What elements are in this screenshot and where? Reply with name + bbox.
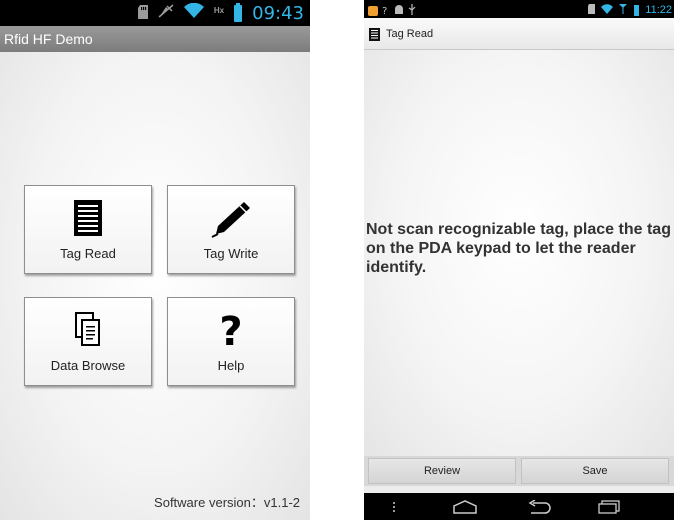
tag-read-content: Not scan recognizable tag, place the tag… xyxy=(364,50,674,456)
recent-apps-icon[interactable] xyxy=(594,493,624,520)
software-version-text: Software version：v1.1-2 xyxy=(154,495,300,510)
save-button[interactable]: Save xyxy=(521,458,669,484)
status-bar: ? 11:22 xyxy=(364,0,674,18)
network-type-label: Hx xyxy=(213,6,225,15)
bottom-button-bar: Review Save xyxy=(364,456,674,486)
main-menu-screen: Hx 09:43 Rfid HF Demo Tag Read Tag Write… xyxy=(0,0,310,520)
battery-icon xyxy=(634,4,640,16)
mute-icon xyxy=(158,4,174,23)
list-document-icon xyxy=(369,28,380,46)
review-button[interactable]: Review xyxy=(368,458,516,484)
tag-read-label: Tag Read xyxy=(60,246,116,261)
battery-icon xyxy=(234,3,243,22)
action-bar: Tag Read xyxy=(364,18,674,50)
help-label: Help xyxy=(217,358,245,373)
navigation-bar xyxy=(364,493,674,520)
data-browse-button[interactable]: Data Browse xyxy=(24,297,152,386)
tag-read-button[interactable]: Tag Read xyxy=(24,185,152,274)
app-title-bar: Rfid HF Demo xyxy=(0,26,310,52)
menu-icon[interactable] xyxy=(384,493,404,520)
app-notification-icon xyxy=(368,6,378,16)
sd-card-icon xyxy=(137,4,148,24)
pencil-icon xyxy=(168,200,294,238)
help-button[interactable]: ? Help xyxy=(167,297,295,386)
app-title: Rfid HF Demo xyxy=(4,31,93,47)
copy-documents-icon xyxy=(25,312,151,346)
status-bar: Hx 09:43 xyxy=(0,0,310,26)
svg-text:?: ? xyxy=(382,6,387,15)
screen-title: Tag Read xyxy=(386,28,434,40)
menu-content: Tag Read Tag Write Data Browse ? Help xyxy=(0,52,310,520)
tag-write-label: Tag Write xyxy=(203,246,259,261)
tag-write-button[interactable]: Tag Write xyxy=(167,185,295,274)
tag-read-screen: ? 11:22 Tag Read Not scan recognizable t… xyxy=(364,0,674,520)
list-document-icon xyxy=(25,200,151,236)
home-icon[interactable] xyxy=(450,493,480,520)
status-clock: 11:22 xyxy=(645,4,672,16)
sd-card-icon xyxy=(588,1,596,19)
question-icon: ? xyxy=(219,309,243,355)
data-browse-label: Data Browse xyxy=(50,358,126,373)
wifi-icon xyxy=(601,1,614,19)
signal-icon xyxy=(619,1,628,19)
back-icon[interactable] xyxy=(524,493,554,520)
wifi-icon xyxy=(183,2,204,24)
scan-status-message: Not scan recognizable tag, place the tag… xyxy=(366,221,671,276)
status-clock: 09:43 xyxy=(252,3,304,24)
